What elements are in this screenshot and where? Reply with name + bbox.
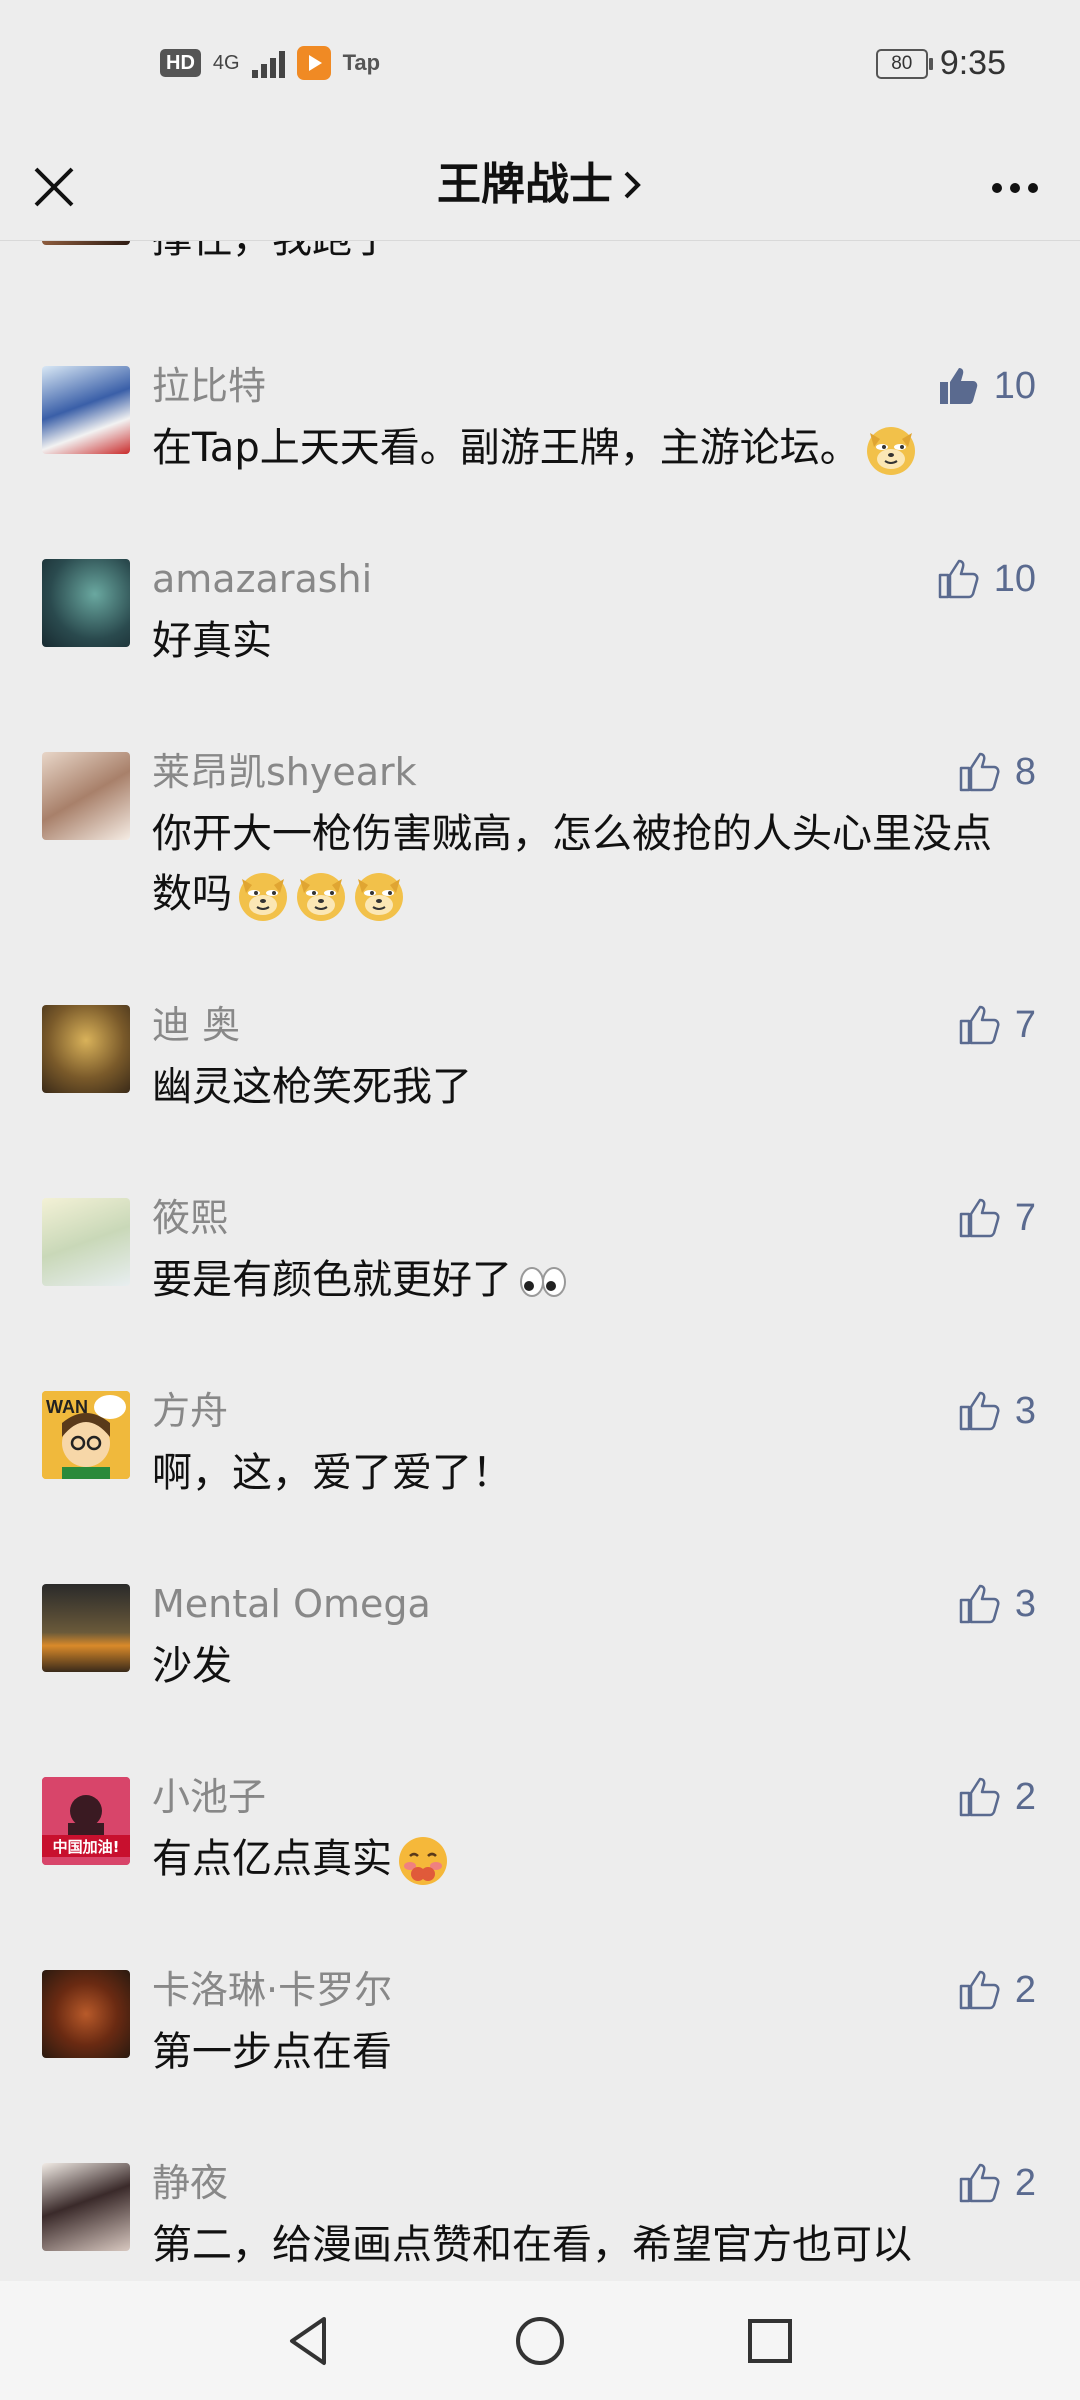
- network-type: 4G: [212, 52, 240, 74]
- doge-emoji-icon: [239, 873, 287, 921]
- like-count: 10: [993, 365, 1036, 407]
- hd-badge: HD: [160, 49, 201, 77]
- thumbs-up-icon: [959, 2163, 1000, 2203]
- status-bar: HD 4G Tap 80 9:35: [0, 0, 1080, 135]
- comment-text: 撑住，我跑了: [152, 241, 1012, 269]
- comment-text: 有点亿点真实: [152, 1829, 1012, 1889]
- username[interactable]: 拉比特: [152, 358, 266, 414]
- more-icon[interactable]: [980, 163, 1050, 213]
- like-count: 3: [1014, 1583, 1036, 1625]
- page-title: 王牌战士: [437, 159, 613, 210]
- like-count: 3: [1014, 1390, 1036, 1432]
- like-count: 2: [1014, 2162, 1036, 2204]
- username[interactable]: 迪 奥: [152, 997, 240, 1053]
- like-count: 2: [1014, 1776, 1036, 1818]
- username[interactable]: 筱熙: [152, 1190, 228, 1246]
- svg-text:中国加油!: 中国加油!: [53, 1838, 120, 1856]
- thumbs-up-icon: [959, 1970, 1000, 2010]
- comment-text: 要是有颜色就更好了: [152, 1250, 1012, 1310]
- avatar[interactable]: [42, 241, 130, 245]
- avatar[interactable]: [42, 752, 130, 840]
- thumbs-up-icon: [959, 752, 1000, 792]
- battery-icon: 80: [875, 48, 933, 79]
- recents-square-icon[interactable]: [740, 2311, 800, 2371]
- username[interactable]: Mental Omega: [152, 1576, 431, 1632]
- like-button[interactable]: 2: [957, 1962, 1036, 2018]
- tap-label: Tap: [342, 50, 381, 75]
- clock: 9:35: [939, 44, 1006, 82]
- back-triangle-icon[interactable]: [280, 2311, 340, 2371]
- tap-app-icon: [296, 46, 331, 80]
- username[interactable]: 卡洛琳·卡罗尔: [152, 1962, 392, 2018]
- like-button[interactable]: 2: [957, 2155, 1036, 2211]
- avatar[interactable]: [42, 1584, 130, 1672]
- avatar[interactable]: [42, 559, 130, 647]
- username[interactable]: 方舟: [152, 1383, 228, 1439]
- comment-text: 啊，这，爱了爱了！: [152, 1450, 512, 1496]
- chevron-right-icon: [624, 171, 641, 199]
- avatar[interactable]: [42, 1198, 130, 1286]
- comment-text: 幽灵这枪笑死我了: [152, 1064, 472, 1110]
- like-count: 2: [1014, 1969, 1036, 2011]
- comment-text: 第二，给漫画点赞和在看，希望官方也可以: [152, 2222, 912, 2268]
- like-button[interactable]: 7: [957, 997, 1036, 1053]
- comment-text: 你开大一枪伤害贼高，怎么被抢的人头心里没点数吗: [152, 804, 1012, 924]
- like-button[interactable]: 10: [936, 551, 1036, 607]
- avatar[interactable]: WAN: [42, 1391, 130, 1479]
- thumbs-up-icon: [959, 1777, 1000, 1817]
- doge-emoji-icon: [355, 873, 403, 921]
- avatar[interactable]: [42, 1005, 130, 1093]
- avatar[interactable]: [42, 366, 130, 454]
- like-count: 8: [1014, 751, 1036, 793]
- username[interactable]: 静夜: [152, 2155, 228, 2211]
- like-count: 7: [1014, 1004, 1036, 1046]
- comment-list[interactable]: 撑住，我跑了 拉比特 10 在Tap上天天看。副游王牌，主游论坛。 amazar…: [0, 241, 1080, 2281]
- status-right: 80 9:35: [875, 44, 1006, 83]
- home-circle-icon[interactable]: [510, 2311, 570, 2371]
- comment-text: 沙发: [152, 1643, 232, 1689]
- like-button[interactable]: 10: [936, 358, 1036, 414]
- thumbs-up-filled-icon: [939, 368, 977, 404]
- china-jiayou-avatar-image: 中国加油!: [42, 1777, 130, 1865]
- account-title-link[interactable]: 王牌战士: [437, 153, 643, 217]
- signal-icon: [251, 48, 285, 78]
- thumbs-up-icon: [959, 1391, 1000, 1431]
- like-count: 10: [993, 558, 1036, 600]
- thumbs-up-icon: [959, 1198, 1000, 1238]
- like-button[interactable]: 3: [957, 1383, 1036, 1439]
- thumbs-up-icon: [938, 559, 979, 599]
- comment-text: 第一步点在看: [152, 2029, 392, 2075]
- header-bar: 王牌战士: [0, 135, 1080, 241]
- thumbs-up-icon: [959, 1584, 1000, 1624]
- shy-emoji-icon: [399, 1837, 447, 1885]
- comment-text: 好真实: [152, 618, 272, 664]
- doge-emoji-icon: [297, 873, 345, 921]
- system-nav-bar: [0, 2281, 1080, 2400]
- username[interactable]: 莱昂凯shyeark: [152, 744, 417, 800]
- like-count: 7: [1014, 1197, 1036, 1239]
- thumbs-up-icon: [959, 1005, 1000, 1045]
- doge-emoji-icon: [866, 427, 915, 475]
- svg-text:WAN: WAN: [46, 1397, 88, 1417]
- like-button[interactable]: 7: [957, 1190, 1036, 1246]
- username[interactable]: 小池子: [152, 1769, 266, 1825]
- like-button[interactable]: 8: [957, 744, 1036, 800]
- eyes-emoji-icon: [520, 1267, 566, 1297]
- username[interactable]: amazarashi: [152, 551, 372, 607]
- cartoon-avatar-image: WAN: [42, 1391, 130, 1479]
- avatar[interactable]: [42, 1970, 130, 2058]
- like-button[interactable]: 2: [957, 1769, 1036, 1825]
- avatar[interactable]: 中国加油!: [42, 1777, 130, 1865]
- avatar[interactable]: [42, 2163, 130, 2251]
- comment-text: 在Tap上天天看。副游王牌，主游论坛。: [152, 418, 1012, 478]
- like-button[interactable]: 3: [957, 1576, 1036, 1632]
- status-left: HD 4G Tap: [160, 46, 380, 80]
